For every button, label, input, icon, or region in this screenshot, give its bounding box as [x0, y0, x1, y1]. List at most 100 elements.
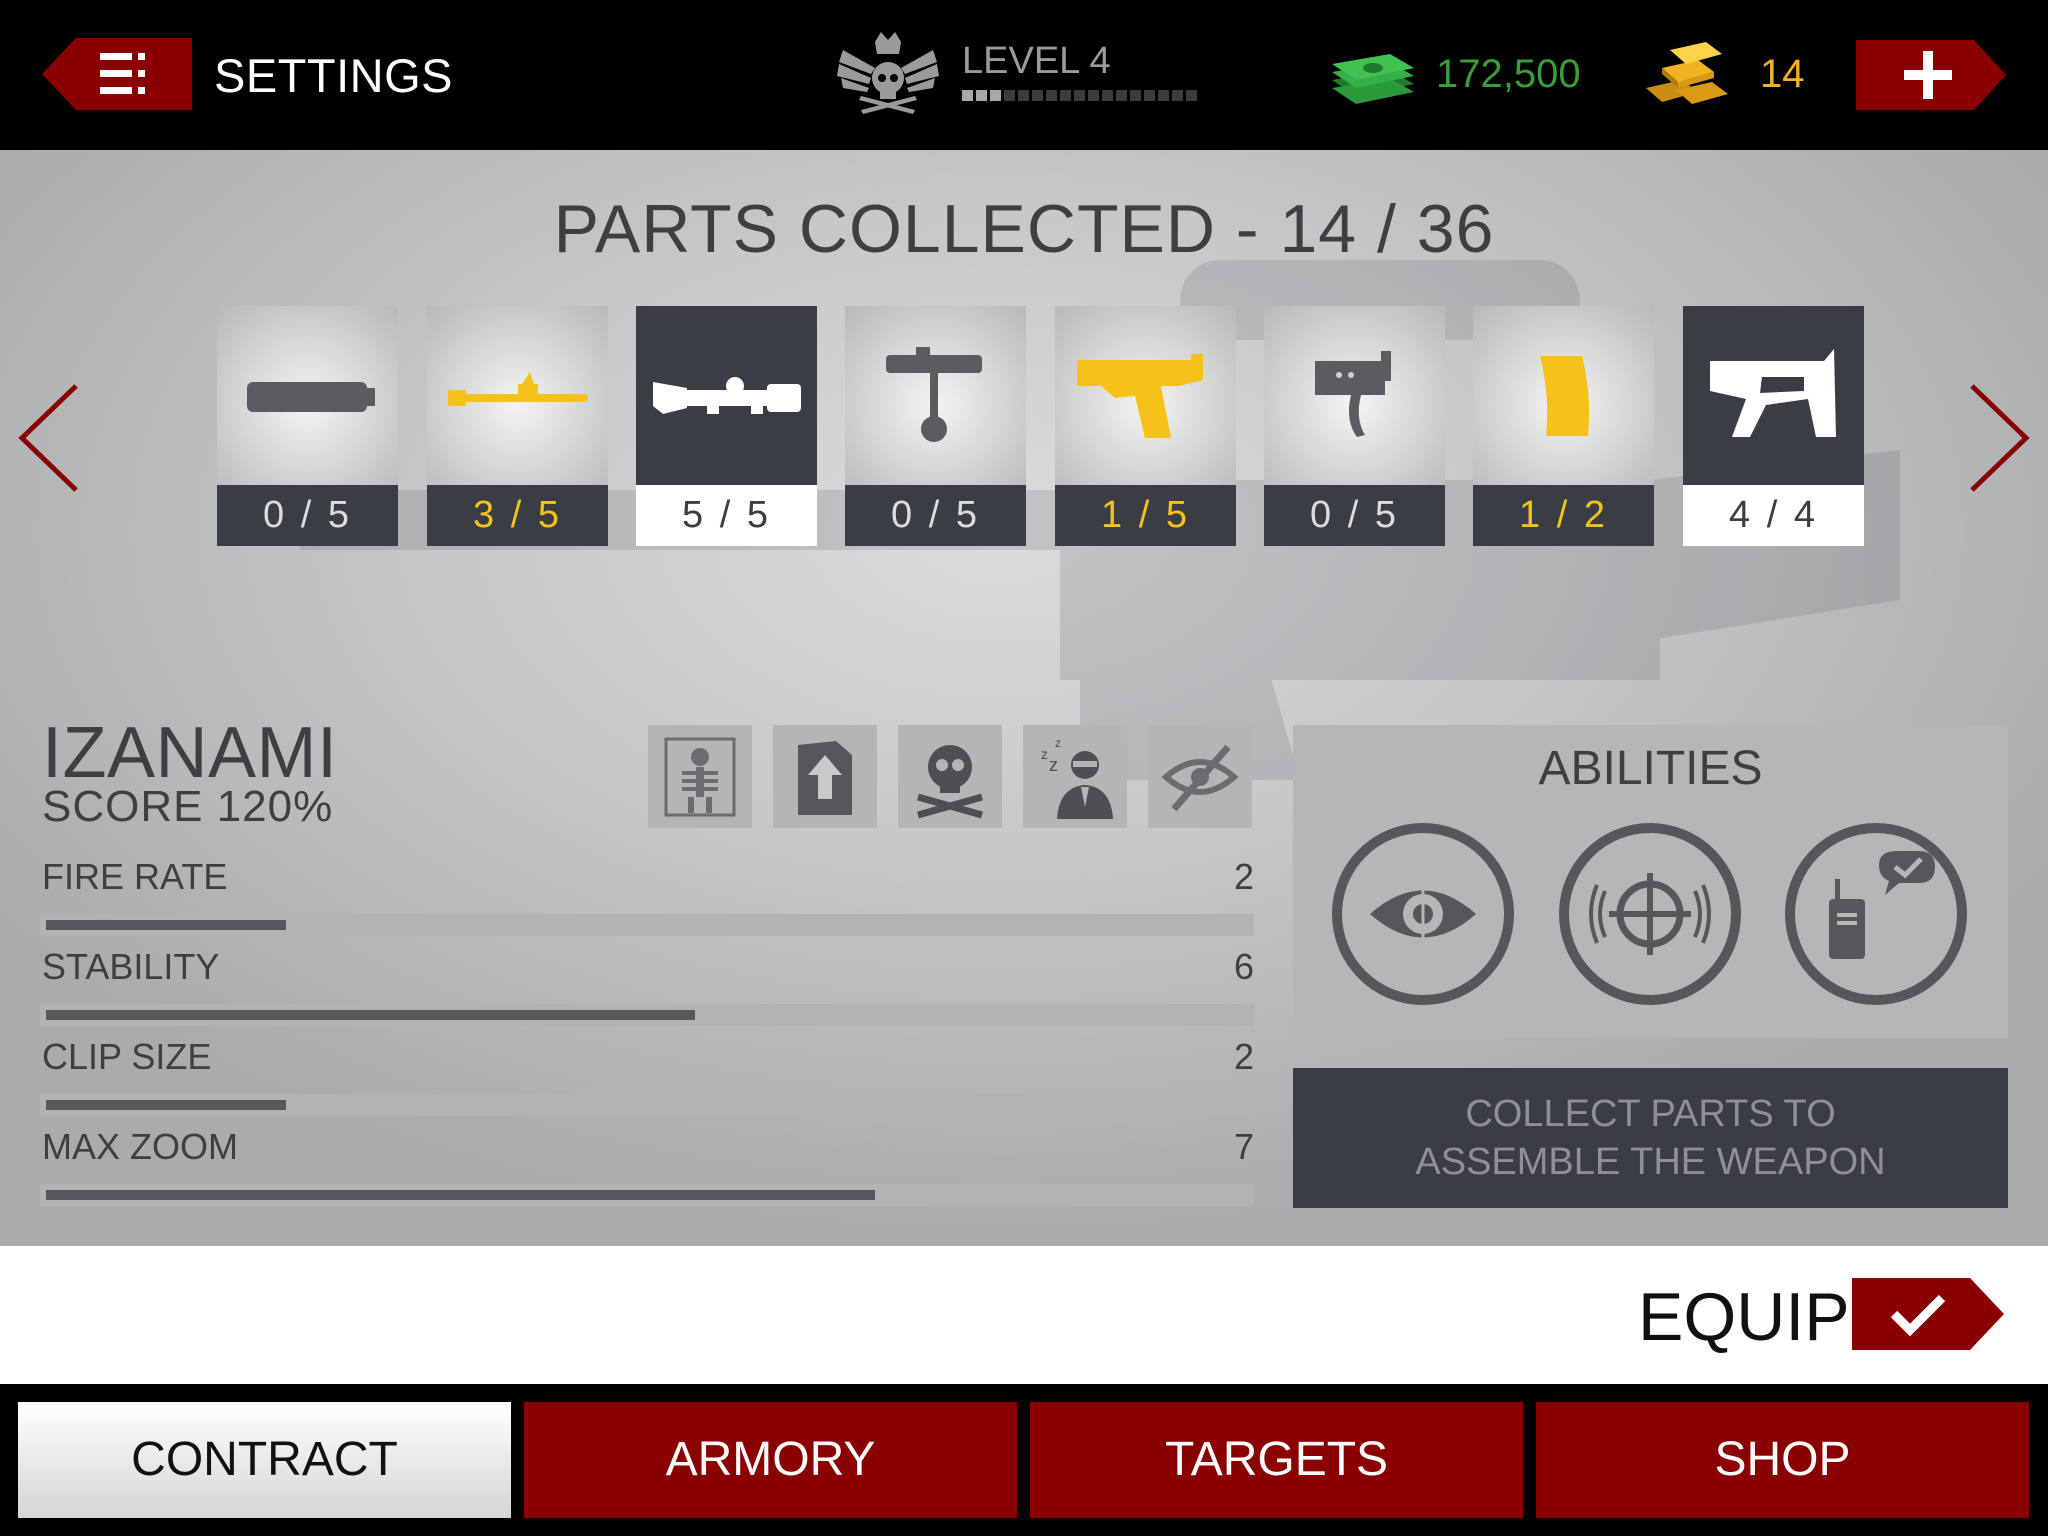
stat-stability-label: STABILITY	[42, 946, 220, 987]
level-progress-segment	[1004, 90, 1015, 101]
settings-label[interactable]: SETTINGS	[214, 48, 453, 103]
equip-label[interactable]: EQUIP	[1638, 1278, 1850, 1356]
tab-targets[interactable]: TARGETS	[1030, 1402, 1523, 1518]
stat-fire-rate-label: FIRE RATE	[42, 856, 228, 897]
receiver-icon	[1076, 353, 1203, 438]
stat-max-zoom-bar	[40, 1184, 1254, 1206]
stat-clip-size-label: CLIP SIZE	[42, 1036, 212, 1077]
eye-scope-icon[interactable]	[1330, 821, 1516, 1007]
part-card-barrel[interactable]: 3 / 5	[427, 306, 608, 546]
top-bar: SETTINGS LEVEL 4 172,500 14	[0, 0, 2048, 150]
part-card-receiver[interactable]: 1 / 5	[1055, 306, 1236, 546]
level-progress-segment	[962, 90, 973, 101]
equip-strip: EQUIP	[0, 1246, 2048, 1384]
svg-text:z: z	[1055, 736, 1061, 750]
stat-clip-size-value: 2	[1233, 1036, 1254, 1077]
sleeping-agent-icon: z z z	[1041, 736, 1113, 819]
next-weapon-arrow-icon[interactable]	[1956, 378, 2036, 498]
skull-crossbones-icon	[917, 744, 983, 818]
svg-text:z: z	[1041, 746, 1048, 762]
level-progress-segment	[976, 90, 987, 101]
upgrade-icon	[798, 740, 852, 815]
cash-stack-icon	[1332, 54, 1414, 104]
part-count: 1 / 5	[1055, 485, 1236, 546]
part-card-magazine[interactable]: 1 / 2	[1473, 306, 1654, 546]
part-count: 0 / 5	[845, 485, 1026, 546]
part-card-scope[interactable]: 5 / 5	[636, 306, 817, 546]
stat-stability-bar	[40, 1004, 1254, 1026]
stat-clip-size-bar	[40, 1094, 1254, 1116]
level-label: LEVEL 4	[962, 40, 1111, 82]
stat-bar-fill	[46, 1010, 695, 1020]
stat-bar-fill	[46, 920, 286, 930]
assemble-message-line-1: COLLECT PARTS TO	[1465, 1093, 1836, 1135]
plus-icon	[1856, 40, 2006, 110]
level-progress-segment	[1088, 90, 1099, 101]
level-progress-bar	[962, 90, 1197, 101]
radio-message-icon[interactable]	[1783, 821, 1969, 1007]
stat-max-zoom-label: MAX ZOOM	[42, 1126, 238, 1167]
previous-weapon-arrow-icon[interactable]	[12, 378, 92, 498]
stat-max-zoom-value: 7	[1233, 1126, 1254, 1167]
perk-sleeping-agent[interactable]: z z z	[1023, 725, 1127, 828]
bolt-icon	[885, 346, 982, 442]
gold-bars-icon	[1646, 42, 1728, 104]
part-count: 5 / 5	[636, 485, 817, 546]
tab-armory[interactable]: ARMORY	[524, 1402, 1017, 1518]
parts-collected-title: PARTS COLLECTED - 14 / 36	[553, 191, 1495, 267]
perk-upgrade[interactable]	[773, 725, 877, 828]
equip-button[interactable]	[1852, 1278, 2004, 1350]
x-ray-icon	[664, 737, 736, 816]
part-card-bolt[interactable]: 0 / 5	[845, 306, 1026, 546]
buy-currency-button[interactable]	[1856, 40, 2006, 110]
svg-text:z: z	[1049, 755, 1058, 775]
perk-lethal[interactable]	[898, 725, 1002, 828]
trigger-icon	[1314, 350, 1391, 437]
barrel-icon	[447, 371, 588, 406]
bottom-navigation: CONTRACT ARMORY TARGETS SHOP	[0, 1384, 2048, 1536]
stat-fire-rate-bar	[40, 914, 1254, 936]
abilities-title: ABILITIES	[1538, 742, 1763, 795]
checkmark-icon	[1852, 1278, 2004, 1350]
assemble-message-line-2: ASSEMBLE THE WEAPON	[1415, 1141, 1886, 1183]
tab-contract[interactable]: CONTRACT	[18, 1402, 511, 1518]
level-progress-segment	[1060, 90, 1071, 101]
perk-x-ray[interactable]	[648, 725, 752, 828]
level-progress-segment	[1102, 90, 1113, 101]
gold-amount: 14	[1760, 52, 1805, 96]
level-progress-segment	[1186, 90, 1197, 101]
level-progress-segment	[1158, 90, 1169, 101]
level-progress-segment	[990, 90, 1001, 101]
stat-bar-fill	[46, 1190, 875, 1200]
part-count: 4 / 4	[1683, 485, 1864, 546]
skull-crown-emblem-icon	[837, 32, 939, 114]
part-count: 0 / 5	[1264, 485, 1445, 546]
part-card-suppressor[interactable]: 0 / 5	[217, 306, 398, 546]
part-count: 0 / 5	[217, 485, 398, 546]
level-progress-segment	[1116, 90, 1127, 101]
assemble-weapon-message: COLLECT PARTS TO ASSEMBLE THE WEAPON	[1293, 1068, 2008, 1208]
stat-fire-rate-value: 2	[1233, 856, 1254, 897]
level-progress-segment	[1018, 90, 1029, 101]
cash-amount: 172,500	[1436, 52, 1581, 96]
part-count: 3 / 5	[427, 485, 608, 546]
part-card-stock[interactable]: 4 / 4	[1683, 306, 1864, 546]
weapon-score: SCORE 120%	[42, 782, 334, 831]
hidden-eye-icon	[1161, 744, 1239, 811]
part-count: 1 / 2	[1473, 485, 1654, 546]
crosshair-pulse-icon[interactable]	[1557, 821, 1743, 1007]
stock-icon	[1709, 348, 1836, 437]
magazine-icon	[1539, 355, 1589, 436]
suppressor-icon	[246, 381, 375, 412]
menu-icon	[42, 38, 192, 110]
weapon-parts-panel: PARTS COLLECTED - 14 / 36 0 / 5 3 / 5 5 …	[0, 150, 2048, 1246]
tab-shop[interactable]: SHOP	[1536, 1402, 2029, 1518]
level-progress-segment	[1046, 90, 1057, 101]
level-progress-segment	[1172, 90, 1183, 101]
perk-hidden[interactable]	[1148, 725, 1252, 828]
settings-menu-button[interactable]	[42, 38, 192, 110]
stat-bar-fill	[46, 1100, 286, 1110]
level-progress-segment	[1130, 90, 1141, 101]
part-card-trigger[interactable]: 0 / 5	[1264, 306, 1445, 546]
scope-icon	[652, 376, 801, 414]
